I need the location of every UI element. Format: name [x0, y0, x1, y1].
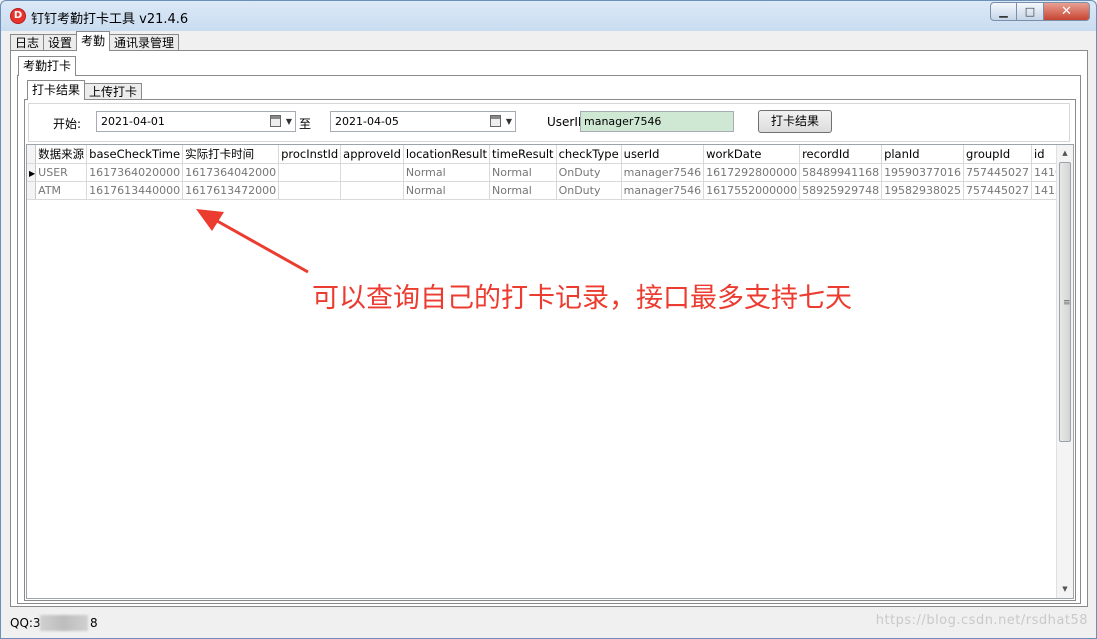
table-cell[interactable] [278, 163, 342, 182]
column-header[interactable]: approveId [340, 145, 404, 164]
column-header[interactable]: checkType [556, 145, 622, 164]
column-header[interactable]: 实际打卡时间 [182, 145, 280, 164]
table-cell[interactable]: Normal [403, 181, 491, 200]
row-header-corner [27, 145, 37, 164]
table-cell[interactable]: 19590377016 [881, 163, 965, 182]
column-header[interactable]: timeResult [489, 145, 557, 164]
tab-settings[interactable]: 设置 [43, 34, 78, 51]
table-cell[interactable] [340, 163, 404, 182]
query-checkin-button[interactable]: 打卡结果 [758, 110, 832, 133]
dingtalk-logo-icon: D [10, 8, 26, 24]
table-row[interactable]: ▶ USER 1617364020000 1617364042000 Norma… [27, 163, 1073, 182]
table-cell[interactable]: 1617364042000 [182, 163, 280, 182]
table-cell[interactable]: 1617364020000 [86, 163, 184, 182]
app-window: D 钉钉考勤打卡工具 v21.4.6 ▁ □ ✕ 日志 设置 考勤 通讯录管理 … [0, 0, 1097, 639]
end-date-value: 2021-04-05 [335, 115, 399, 128]
grip-icon: ≡ [1063, 298, 1071, 308]
attendance-panel: 考勤打卡 打卡结果 上传打卡 开始: 2021-04-01 ▼ 至 2021-0… [10, 50, 1088, 607]
sub-tab-strip: 考勤打卡 [18, 56, 77, 76]
tab-attendance[interactable]: 考勤 [76, 31, 111, 51]
table-cell[interactable]: OnDuty [556, 181, 622, 200]
column-header[interactable]: planId [881, 145, 965, 164]
table-cell[interactable]: manager7546 [621, 163, 705, 182]
scroll-down-arrow-icon[interactable]: ▼ [1057, 581, 1073, 598]
table-cell[interactable] [278, 181, 342, 200]
column-header[interactable]: locationResult [403, 145, 491, 164]
column-header[interactable]: workDate [703, 145, 801, 164]
qq-label: QQ:3 [10, 616, 41, 630]
table-cell[interactable] [340, 181, 404, 200]
results-table: 数据来源 baseCheckTime 实际打卡时间 procInstId app… [27, 145, 1073, 200]
grid-header-row: 数据来源 baseCheckTime 实际打卡时间 procInstId app… [27, 145, 1073, 164]
main-tab-strip: 日志 设置 考勤 通讯录管理 [10, 31, 180, 51]
start-date-picker[interactable]: 2021-04-01 ▼ [96, 111, 296, 132]
chevron-down-icon[interactable]: ▼ [506, 112, 512, 131]
tab-attendance-checkin[interactable]: 考勤打卡 [18, 56, 77, 76]
watermark: https://blog.csdn.net/rsdhat58 [875, 613, 1088, 628]
table-cell[interactable]: Normal [489, 181, 557, 200]
title-bar[interactable]: D 钉钉考勤打卡工具 v21.4.6 ▁ □ ✕ [1, 1, 1096, 31]
qq-suffix: 8 [90, 616, 98, 630]
table-cell[interactable]: 757445027 [963, 181, 1033, 200]
filter-bar: 开始: 2021-04-01 ▼ 至 2021-04-05 ▼ UserID: … [28, 103, 1070, 142]
start-date-label: 开始: [53, 117, 82, 131]
table-cell[interactable]: 1617292800000 [703, 163, 801, 182]
column-header[interactable]: 数据来源 [35, 145, 88, 164]
table-cell[interactable]: manager7546 [621, 181, 705, 200]
userid-input[interactable]: manager7546 [580, 111, 734, 132]
checkin-results-grid[interactable]: 数据来源 baseCheckTime 实际打卡时间 procInstId app… [26, 144, 1074, 599]
results-panel: 开始: 2021-04-01 ▼ 至 2021-04-05 ▼ UserID: … [24, 99, 1076, 601]
minimize-button[interactable]: ▁ [990, 2, 1017, 21]
scrollbar-thumb[interactable]: ≡ [1059, 162, 1071, 442]
table-cell[interactable]: OnDuty [556, 163, 622, 182]
table-row[interactable]: ATM 1617613440000 1617613472000 Normal N… [27, 181, 1073, 200]
tab-upload-checkin[interactable]: 上传打卡 [84, 83, 143, 100]
column-header[interactable]: groupId [963, 145, 1033, 164]
tab-checkin-results[interactable]: 打卡结果 [27, 80, 86, 100]
chevron-down-icon[interactable]: ▼ [286, 112, 292, 131]
inner-tab-strip: 打卡结果 上传打卡 [27, 80, 143, 100]
column-header[interactable]: userId [621, 145, 705, 164]
column-header[interactable]: baseCheckTime [86, 145, 184, 164]
column-header[interactable]: procInstId [278, 145, 342, 164]
start-date-value: 2021-04-01 [101, 115, 165, 128]
date-range-separator: 至 [299, 117, 312, 131]
tab-log[interactable]: 日志 [10, 34, 45, 51]
table-cell[interactable]: USER [35, 163, 88, 182]
tab-contacts[interactable]: 通讯录管理 [109, 34, 180, 51]
checkin-panel: 打卡结果 上传打卡 开始: 2021-04-01 ▼ 至 2021-04-05 … [17, 75, 1081, 604]
table-cell[interactable]: 58925929748 [799, 181, 883, 200]
table-cell[interactable]: Normal [403, 163, 491, 182]
maximize-button[interactable]: □ [1017, 2, 1044, 21]
end-date-picker[interactable]: 2021-04-05 ▼ [330, 111, 516, 132]
window-title: 钉钉考勤打卡工具 v21.4.6 [31, 12, 189, 27]
redacted-block [40, 615, 88, 631]
column-header[interactable]: recordId [799, 145, 883, 164]
calendar-icon[interactable] [270, 115, 281, 127]
table-cell[interactable]: Normal [489, 163, 557, 182]
table-cell[interactable]: 1617613440000 [86, 181, 184, 200]
close-button[interactable]: ✕ [1044, 2, 1090, 21]
row-selector[interactable]: ▶ [27, 163, 37, 182]
table-cell[interactable]: ATM [35, 181, 88, 200]
table-cell[interactable]: 19582938025 [881, 181, 965, 200]
table-cell[interactable]: 58489941168 [799, 163, 883, 182]
vertical-scrollbar[interactable]: ▲ ≡ ▼ [1056, 145, 1073, 598]
row-selector[interactable] [27, 181, 37, 200]
table-cell[interactable]: 1617613472000 [182, 181, 280, 200]
window-controls: ▁ □ ✕ [990, 2, 1090, 21]
annotation-arrow-icon [196, 209, 309, 274]
table-cell[interactable]: 1617552000000 [703, 181, 801, 200]
annotation-text: 可以查询自己的打卡记录，接口最多支持七天 [312, 283, 852, 314]
table-cell[interactable]: 757445027 [963, 163, 1033, 182]
current-row-arrow-icon: ▶ [29, 168, 36, 178]
scroll-up-arrow-icon[interactable]: ▲ [1057, 145, 1073, 162]
calendar-icon[interactable] [490, 115, 501, 127]
